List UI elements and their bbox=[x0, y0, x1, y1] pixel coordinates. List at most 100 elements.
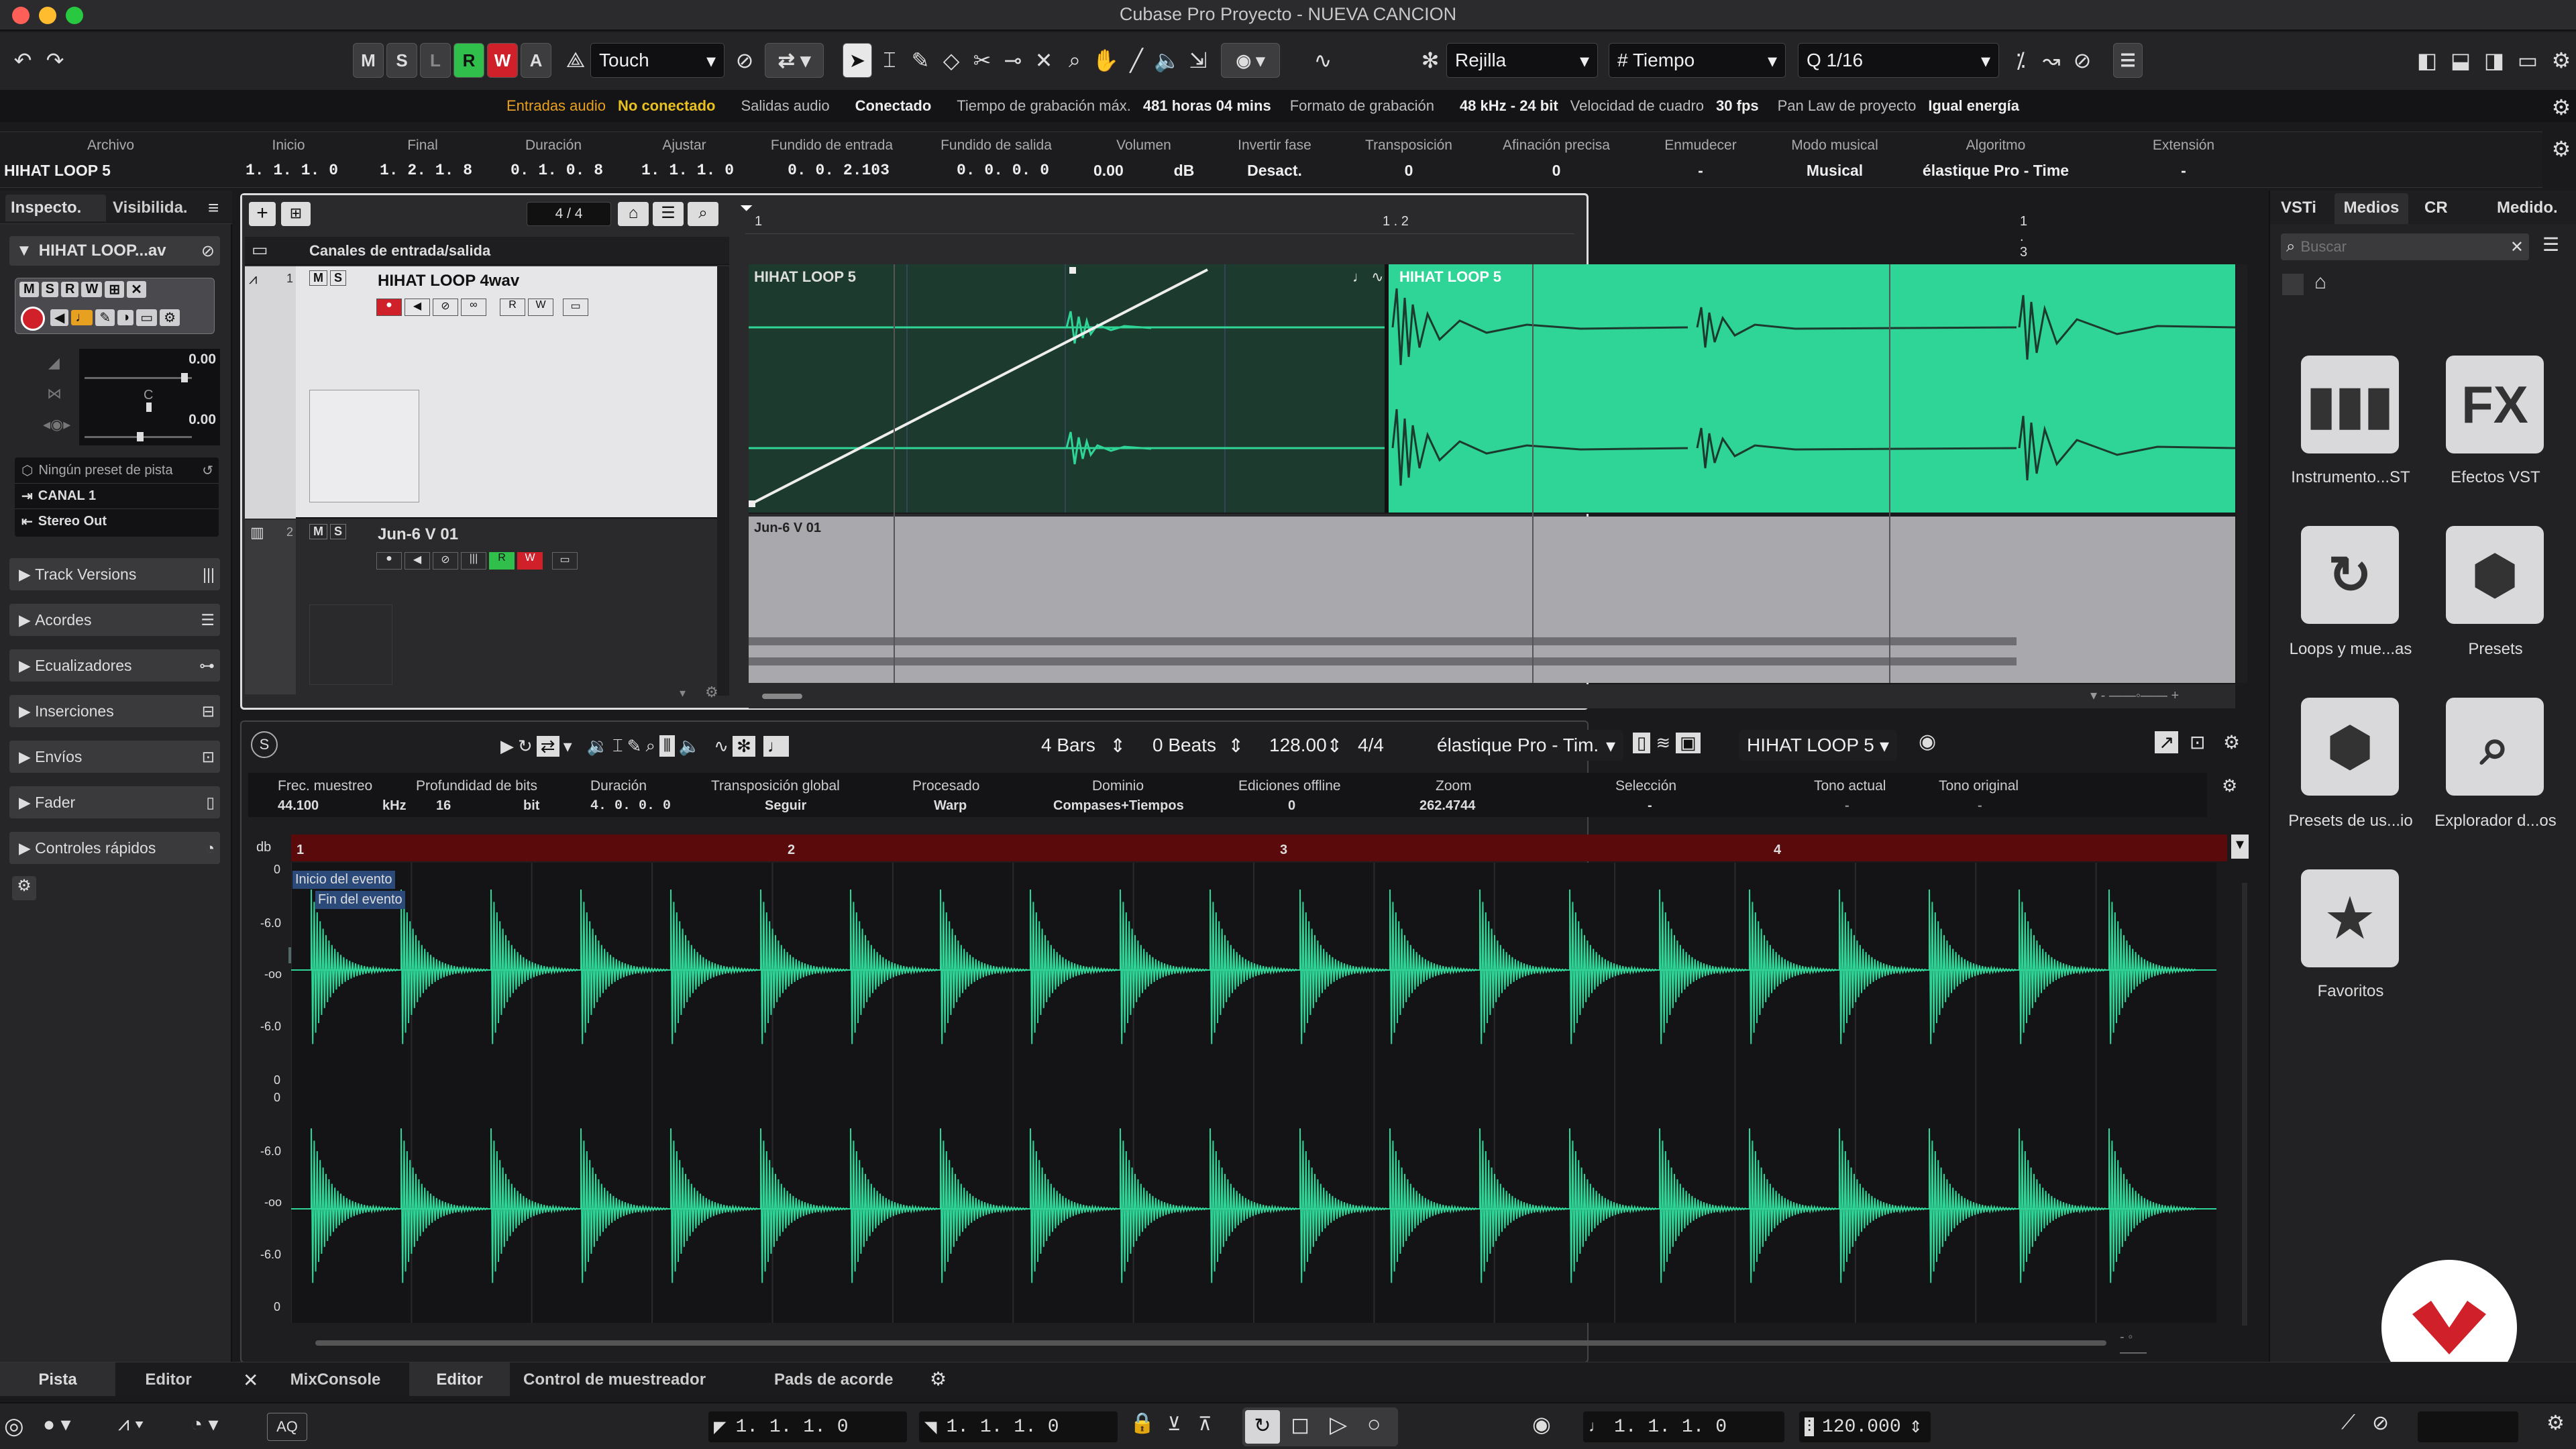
punch-mode-icon[interactable]: ◔ ▾ bbox=[191, 1413, 219, 1436]
close-x-button[interactable]: ✕ bbox=[127, 281, 146, 298]
zoom-tool-icon[interactable]: ⌕ bbox=[645, 735, 655, 757]
lock-icon[interactable]: 🔒 bbox=[1130, 1411, 1155, 1435]
algorithm-dropdown[interactable]: élastique Pro - Tim. ▾ bbox=[1429, 730, 1623, 761]
signature-field[interactable]: 4/4 bbox=[1350, 730, 1397, 761]
musical-mode-icon[interactable]: ♩ bbox=[763, 735, 789, 757]
gear-icon[interactable]: ⚙ bbox=[2223, 731, 2240, 753]
editor-logo-icon[interactable]: S bbox=[251, 731, 278, 758]
add-folder-button[interactable]: ⊞ bbox=[281, 202, 311, 226]
write-button[interactable]: W bbox=[528, 299, 553, 316]
input-routing[interactable]: CANAL 1 bbox=[38, 488, 96, 504]
refresh-icon[interactable]: ↺ bbox=[202, 462, 213, 479]
info-value-selection[interactable]: - bbox=[1648, 798, 1652, 814]
mute-button[interactable]: M bbox=[19, 282, 39, 297]
solo-button[interactable]: S bbox=[330, 524, 347, 539]
status-panlaw-value[interactable]: Igual energía bbox=[1928, 97, 2019, 115]
info-value-length[interactable]: 4. 0. 0. 0 bbox=[590, 798, 671, 814]
pan-readout[interactable]: 0.00 bbox=[189, 412, 216, 428]
musical-mode-button[interactable]: ♩ bbox=[71, 310, 93, 325]
info-value-current-pitch[interactable]: - bbox=[1845, 798, 1849, 814]
inspector-track-header[interactable]: ▼ HIHAT LOOP...av ⊘ bbox=[9, 236, 220, 266]
stop-icon[interactable]: ◻ bbox=[1291, 1411, 1309, 1438]
tab-track[interactable]: Pista bbox=[0, 1362, 115, 1396]
window-layout-icon[interactable]: ▭ bbox=[2513, 43, 2542, 78]
automation-a-button[interactable]: A bbox=[521, 43, 551, 78]
stepper-icon[interactable]: ⇕ bbox=[1327, 735, 1342, 757]
folder-track[interactable]: ▭ Canales de entrada/salida bbox=[245, 237, 729, 265]
track-name[interactable]: Jun-6 V 01 bbox=[378, 525, 458, 544]
comp-tool-icon[interactable]: ⇲ bbox=[1183, 43, 1213, 78]
tab-sampler-control[interactable]: Control de muestreador bbox=[523, 1371, 706, 1389]
cycle-button[interactable]: ↻ bbox=[1245, 1410, 1280, 1444]
zoom-slider-icon[interactable]: ▾ - ——◦—— + bbox=[2090, 687, 2179, 704]
event-jun6-v01[interactable]: Jun-6 V 01 bbox=[749, 517, 2235, 683]
play-icon[interactable]: ▷ bbox=[1330, 1411, 1347, 1438]
snap-icon[interactable]: ∿ bbox=[714, 736, 729, 757]
gear-icon[interactable]: ⚙ bbox=[2546, 43, 2576, 78]
instruments-tile[interactable]: ▮▮▮ bbox=[2301, 356, 2399, 453]
project-ruler[interactable]: 1 1 . 2 1 . 3 bbox=[745, 195, 2027, 260]
gear-icon[interactable]: ⚙ bbox=[930, 1368, 947, 1390]
beats-field[interactable]: 0 Beats ⇕ bbox=[1144, 730, 1252, 761]
settings-icon[interactable]: ⊡ bbox=[2190, 731, 2205, 753]
info-value-end[interactable]: 1. 2. 1. 8 bbox=[362, 162, 490, 179]
tab-meter[interactable]: Medido. bbox=[2497, 199, 2558, 217]
chevron-down-icon[interactable]: ▾ bbox=[564, 736, 572, 757]
section-sends[interactable]: ▶ Envíos ⊡ bbox=[9, 741, 220, 773]
favorites-tile[interactable]: ★ bbox=[2301, 869, 2399, 967]
bars-field[interactable]: 4 Bars ⇕ bbox=[1033, 730, 1134, 761]
info-value-snap[interactable]: 1. 1. 1. 0 bbox=[624, 162, 751, 179]
tracklist-scrollbar[interactable] bbox=[717, 266, 729, 696]
track-picture[interactable] bbox=[309, 604, 392, 685]
tempo-field[interactable]: 128.00 ⇕ bbox=[1261, 730, 1344, 761]
lanes-button[interactable]: ▭ bbox=[136, 309, 158, 326]
speaker-icon[interactable]: 🔉 bbox=[587, 736, 608, 757]
user-presets-tile[interactable]: ⬢ bbox=[2301, 698, 2399, 796]
info-value-algorithm[interactable]: élastique Pro - Time bbox=[1905, 162, 2086, 180]
listen-button[interactable]: L bbox=[420, 43, 451, 78]
info-value-samplerate[interactable]: 44.100 bbox=[278, 798, 319, 814]
camera-icon[interactable]: ⌂ bbox=[618, 202, 649, 226]
record-icon[interactable]: ○ bbox=[1367, 1411, 1381, 1438]
editor-horizontal-scrollbar[interactable] bbox=[315, 1340, 2106, 1346]
tab-vsti[interactable]: VSTi bbox=[2281, 199, 2316, 217]
track-picture[interactable] bbox=[309, 390, 419, 502]
visibility-list-icon[interactable]: ☰ bbox=[653, 202, 684, 226]
section-inserts[interactable]: ▶ Inserciones ⊟ bbox=[9, 695, 220, 727]
track-settings-button[interactable]: ▭ bbox=[552, 552, 578, 570]
tab-editor[interactable]: Editor bbox=[409, 1362, 510, 1396]
clip-icon[interactable]: ▣ bbox=[1676, 733, 1701, 753]
tab-mixconsole[interactable]: MixConsole bbox=[268, 1362, 402, 1396]
lower-zone-icon[interactable]: ⬓ bbox=[2446, 43, 2475, 78]
metronome-icon[interactable]: ◉ bbox=[1532, 1411, 1551, 1437]
draw-tool-icon[interactable]: ✎ bbox=[627, 736, 642, 757]
range-tool-icon[interactable]: ⌶ bbox=[875, 43, 904, 78]
close-icon[interactable]: ✕ bbox=[243, 1369, 258, 1391]
mute-button[interactable]: M bbox=[309, 524, 327, 539]
record-mode-icon[interactable]: ● ▾ bbox=[43, 1413, 71, 1436]
output-routing[interactable]: Stereo Out bbox=[38, 514, 107, 529]
record-enable-button[interactable]: ● bbox=[376, 552, 402, 570]
write-button[interactable]: W bbox=[517, 552, 543, 570]
track-row[interactable]: ⩘ 1 M S HIHAT LOOP 4wav ● ◀ ⊘ ∞ R W ▭ bbox=[245, 266, 729, 519]
info-value-fadeout[interactable]: 0. 0. 0. 0 bbox=[926, 162, 1080, 179]
tab-left-editor[interactable]: Editor bbox=[118, 1371, 219, 1389]
vst-effects-tile[interactable]: FX bbox=[2446, 356, 2544, 453]
punch-in-icon[interactable]: ⊻ bbox=[1167, 1413, 1181, 1435]
erase-tool-icon[interactable]: ◇ bbox=[936, 43, 966, 78]
sync-icon[interactable]: ◎ bbox=[4, 1413, 24, 1440]
edit-button[interactable]: ✎ bbox=[95, 309, 115, 326]
loops-tile[interactable]: ↻ bbox=[2301, 526, 2399, 624]
right-zone-icon[interactable]: ◨ bbox=[2479, 43, 2509, 78]
file-browser-tile[interactable]: ⌕ bbox=[2446, 698, 2544, 796]
menu-icon[interactable]: ≡ bbox=[208, 197, 219, 219]
status-audio-in-value[interactable]: No conectado bbox=[618, 97, 715, 115]
right-locator-field[interactable]: ◥ 1. 1. 1. 0 bbox=[919, 1411, 1118, 1442]
info-value-start[interactable]: 1. 1. 1. 0 bbox=[228, 162, 356, 179]
editor-ruler[interactable]: 1 2 3 4 bbox=[291, 835, 2227, 861]
audition-icon[interactable]: 🔈 bbox=[679, 736, 700, 757]
home-icon[interactable]: ⌂ bbox=[2314, 271, 2326, 294]
info-value-domain[interactable]: Compases+Tiempos bbox=[1053, 798, 1184, 814]
tab-media[interactable]: Medios bbox=[2334, 193, 2408, 224]
presets-tile[interactable]: ⬢ bbox=[2446, 526, 2544, 624]
